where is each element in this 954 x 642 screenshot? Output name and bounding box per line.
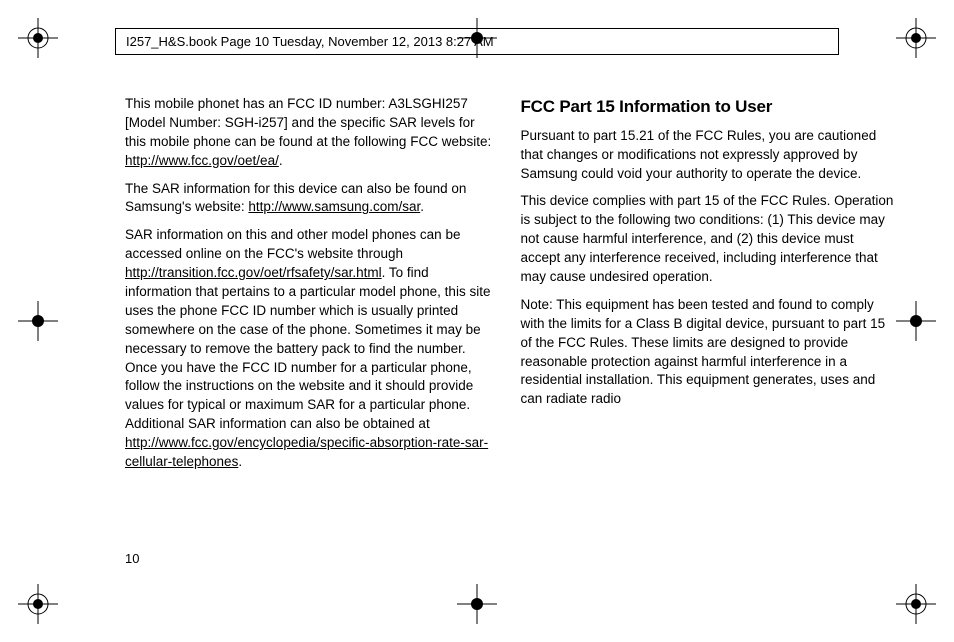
link-samsung-sar[interactable]: http://www.samsung.com/sar: [248, 199, 420, 214]
paragraph: This mobile phonet has an FCC ID number:…: [125, 95, 499, 171]
column-left: This mobile phonet has an FCC ID number:…: [125, 95, 499, 481]
section-heading: FCC Part 15 Information to User: [521, 95, 895, 119]
page-number: 10: [125, 551, 139, 566]
column-right: FCC Part 15 Information to User Pursuant…: [521, 95, 895, 481]
crop-mark-icon: [457, 584, 497, 624]
paragraph: Note: This equipment has been tested and…: [521, 296, 895, 409]
paragraph: Pursuant to part 15.21 of the FCC Rules,…: [521, 127, 895, 184]
link-fcc-oet[interactable]: http://www.fcc.gov/oet/ea/: [125, 153, 279, 168]
body-text: .: [238, 454, 242, 469]
crop-mark-icon: [18, 584, 58, 624]
header-text: I257_H&S.book Page 10 Tuesday, November …: [126, 34, 494, 49]
paragraph: This device complies with part 15 of the…: [521, 192, 895, 286]
paragraph: SAR information on this and other model …: [125, 226, 499, 472]
body-text: .: [279, 153, 283, 168]
body-text: . To find information that pertains to a…: [125, 265, 490, 431]
page-header-bar: I257_H&S.book Page 10 Tuesday, November …: [115, 28, 839, 55]
paragraph: The SAR information for this device can …: [125, 180, 499, 218]
crop-mark-icon: [896, 18, 936, 58]
page-content: This mobile phonet has an FCC ID number:…: [125, 95, 894, 481]
link-fcc-encyclopedia[interactable]: http://www.fcc.gov/encyclopedia/specific…: [125, 435, 488, 469]
crop-mark-icon: [896, 301, 936, 341]
link-transition-fcc[interactable]: http://transition.fcc.gov/oet/rfsafety/s…: [125, 265, 382, 280]
crop-mark-icon: [18, 301, 58, 341]
crop-mark-icon: [18, 18, 58, 58]
body-text: .: [420, 199, 424, 214]
body-text: This mobile phonet has an FCC ID number:…: [125, 96, 491, 149]
crop-mark-icon: [896, 584, 936, 624]
body-text: SAR information on this and other model …: [125, 227, 460, 261]
